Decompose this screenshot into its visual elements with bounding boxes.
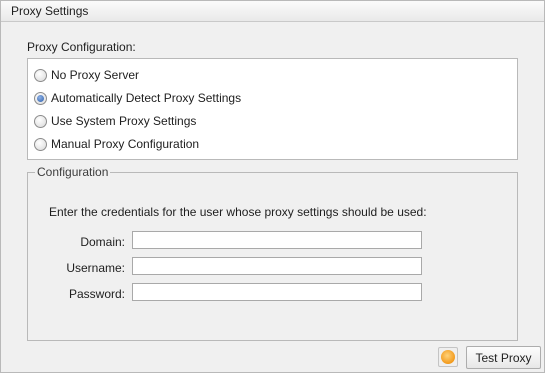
password-input[interactable] bbox=[132, 283, 422, 301]
radio-auto-detect-proxy[interactable]: Automatically Detect Proxy Settings bbox=[34, 89, 241, 107]
password-label: Password: bbox=[68, 287, 125, 301]
radio-button-selected-icon[interactable] bbox=[34, 91, 47, 105]
proxy-configuration-label: Proxy Configuration: bbox=[27, 40, 136, 54]
field-labels: Domain: Username: Password: bbox=[28, 173, 125, 340]
radio-label[interactable]: Manual Proxy Configuration bbox=[51, 137, 199, 151]
username-input[interactable] bbox=[132, 257, 422, 275]
radio-label[interactable]: No Proxy Server bbox=[51, 68, 139, 82]
radio-label[interactable]: Use System Proxy Settings bbox=[51, 114, 196, 128]
proxy-settings-panel: Proxy Settings Proxy Configuration: No P… bbox=[0, 0, 545, 373]
radio-system-proxy[interactable]: Use System Proxy Settings bbox=[34, 112, 196, 130]
radio-button-icon[interactable] bbox=[34, 114, 47, 128]
panel-header: Proxy Settings bbox=[1, 1, 544, 22]
radio-button-icon[interactable] bbox=[34, 137, 47, 151]
radio-no-proxy-server[interactable]: No Proxy Server bbox=[34, 66, 139, 84]
radio-manual-proxy[interactable]: Manual Proxy Configuration bbox=[34, 135, 199, 153]
username-label: Username: bbox=[66, 261, 125, 275]
domain-input[interactable] bbox=[132, 231, 422, 249]
radio-button-icon[interactable] bbox=[34, 68, 47, 82]
panel-title: Proxy Settings bbox=[11, 4, 89, 18]
proxy-options-list: No Proxy Server Automatically Detect Pro… bbox=[27, 58, 518, 160]
test-proxy-button[interactable]: Test Proxy bbox=[466, 346, 541, 369]
status-indicator-icon bbox=[438, 347, 458, 367]
radio-label[interactable]: Automatically Detect Proxy Settings bbox=[51, 91, 241, 105]
configuration-groupbox: Configuration Enter the credentials for … bbox=[27, 166, 518, 341]
domain-label: Domain: bbox=[80, 235, 125, 249]
